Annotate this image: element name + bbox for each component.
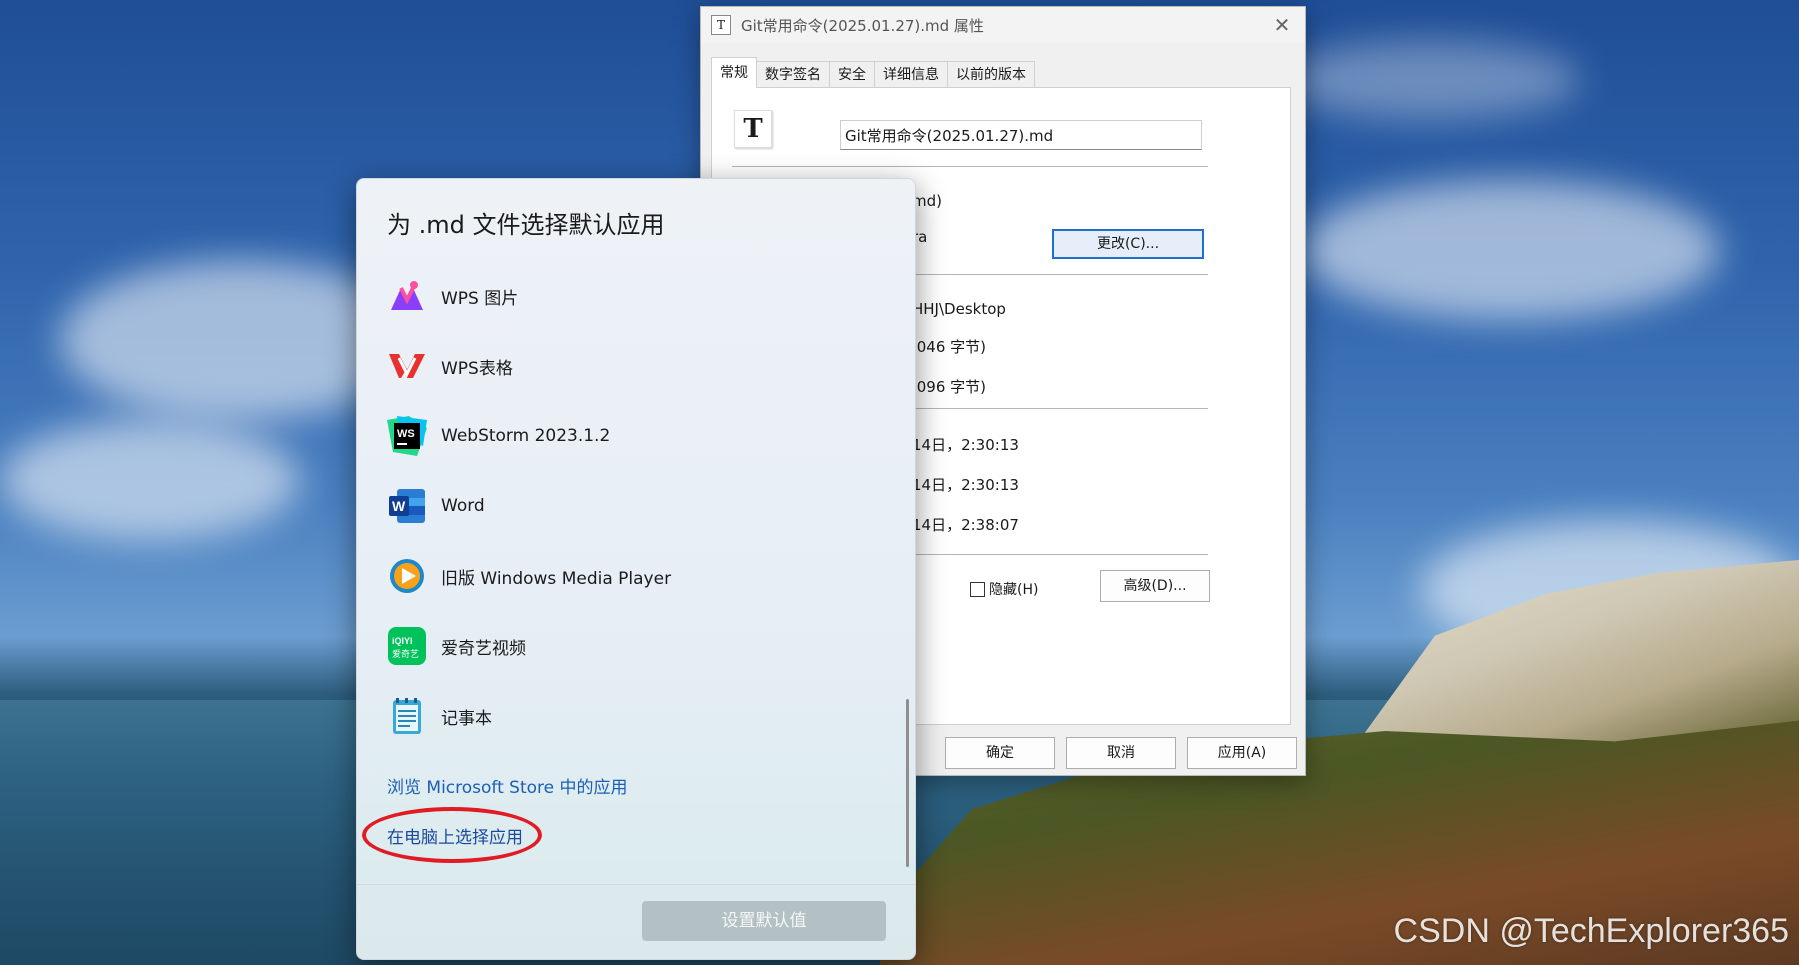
tab-general[interactable]: 常规 xyxy=(711,57,757,88)
wps-office-icon xyxy=(387,346,427,386)
text-file-icon: T xyxy=(734,110,772,148)
app-option-wps-pictures[interactable]: WPS 图片 xyxy=(387,271,887,321)
word-icon: W xyxy=(387,486,427,526)
app-option-notepad[interactable]: 记事本 xyxy=(387,691,887,741)
windows-media-player-icon xyxy=(387,556,427,596)
hidden-label: 隐藏(H) xyxy=(989,582,1039,598)
advanced-button[interactable]: 高级(D)... xyxy=(1100,570,1210,602)
wps-pictures-icon xyxy=(387,276,427,316)
app-label: WPS表格 xyxy=(441,358,513,379)
apply-button[interactable]: 应用(A) xyxy=(1187,737,1297,769)
ok-button[interactable]: 确定 xyxy=(945,737,1055,769)
tab-security[interactable]: 安全 xyxy=(829,61,875,88)
iqiyi-icon: iQIYI 爱奇艺 xyxy=(387,626,427,666)
properties-title: Git常用命令(2025.01.27).md 属性 xyxy=(741,16,984,35)
app-label: WebStorm 2023.1.2 xyxy=(441,426,611,446)
app-option-windows-media-player[interactable]: 旧版 Windows Media Player xyxy=(387,551,887,601)
app-label: 记事本 xyxy=(441,708,492,729)
tab-digital-signature[interactable]: 数字签名 xyxy=(756,61,830,88)
webstorm-icon-text: WS xyxy=(397,428,415,440)
divider xyxy=(357,884,915,885)
properties-titlebar[interactable]: T Git常用命令(2025.01.27).md 属性 ✕ xyxy=(701,7,1305,43)
tab-previous-versions[interactable]: 以前的版本 xyxy=(947,61,1035,88)
divider xyxy=(732,166,1208,167)
file-name-field[interactable]: Git常用命令(2025.01.27).md xyxy=(840,120,1202,150)
text-file-icon: T xyxy=(711,15,731,35)
app-label: 爱奇艺视频 xyxy=(441,638,526,659)
hidden-checkbox[interactable]: 隐藏(H) xyxy=(970,579,1038,599)
location-value: HHJ\Desktop xyxy=(912,300,1006,318)
default-app-chooser: 为 .md 文件选择默认应用 WPS 图片 WPS表格 WS WebStorm … xyxy=(356,178,916,960)
notepad-icon xyxy=(387,696,427,736)
file-type-value: md) xyxy=(912,192,942,210)
set-default-button[interactable]: 设置默认值 xyxy=(642,901,886,941)
cancel-button[interactable]: 取消 xyxy=(1066,737,1176,769)
created-value: 14日，2:30:13 xyxy=(912,436,1019,454)
change-button[interactable]: 更改(C)... xyxy=(1052,229,1204,259)
iqiyi-icon-text: iQIYI xyxy=(392,636,413,646)
app-label: 旧版 Windows Media Player xyxy=(441,568,672,589)
size-on-disk-value: ,096 字节) xyxy=(912,378,987,396)
chooser-title: 为 .md 文件选择默认应用 xyxy=(387,211,665,239)
choose-app-on-pc-link[interactable]: 在电脑上选择应用 xyxy=(387,823,523,848)
checkbox-box[interactable] xyxy=(970,581,985,597)
tab-details[interactable]: 详细信息 xyxy=(874,61,948,88)
word-icon-text: W xyxy=(392,498,406,514)
close-icon[interactable]: ✕ xyxy=(1267,11,1297,39)
modified-value: 14日，2:30:13 xyxy=(912,476,1019,494)
watermark: CSDN @TechExplorer365 xyxy=(1393,912,1789,950)
size-value: ,046 字节) xyxy=(912,338,987,356)
app-label: Word xyxy=(441,496,485,516)
accessed-value: 14日，2:38:07 xyxy=(912,516,1019,534)
app-option-word[interactable]: W Word xyxy=(387,481,887,531)
webstorm-icon: WS xyxy=(387,416,427,456)
app-label: WPS 图片 xyxy=(441,288,519,309)
iqiyi-icon-subtext: 爱奇艺 xyxy=(392,648,419,660)
properties-tabs: 常规 数字签名 安全 详细信息 以前的版本 xyxy=(711,57,1035,88)
browse-store-link[interactable]: 浏览 Microsoft Store 中的应用 xyxy=(387,773,628,798)
app-option-webstorm[interactable]: WS WebStorm 2023.1.2 xyxy=(387,411,887,461)
app-option-iqiyi[interactable]: iQIYI 爱奇艺 爱奇艺视频 xyxy=(387,621,887,671)
scrollbar[interactable] xyxy=(906,699,909,867)
app-option-wps-spreadsheet[interactable]: WPS表格 xyxy=(387,341,887,391)
